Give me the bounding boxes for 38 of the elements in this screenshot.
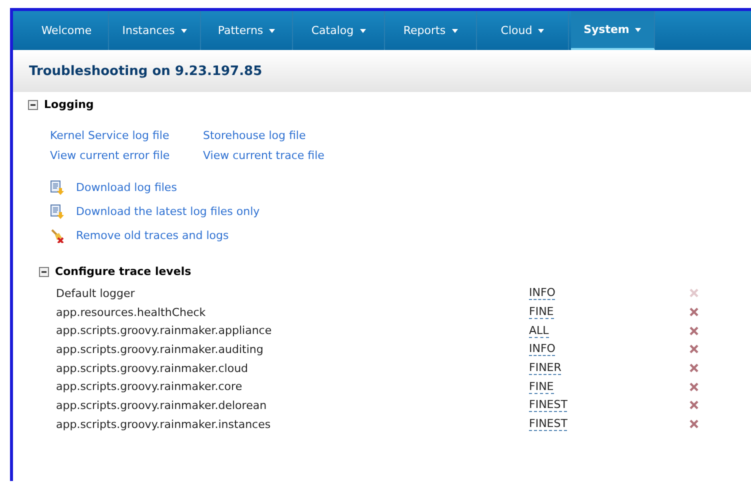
section-title: Configure trace levels: [55, 265, 192, 278]
section-title: Logging: [44, 98, 94, 111]
log-link[interactable]: Kernel Service log file: [50, 129, 203, 142]
logger-name: app.resources.healthCheck: [56, 306, 207, 319]
logger-name: app.scripts.groovy.rainmaker.instances: [56, 418, 272, 431]
trace-level-dropdown[interactable]: INFO: [529, 342, 556, 356]
page-title: Troubleshooting on 9.23.197.85: [29, 64, 262, 78]
delete-icon[interactable]: [689, 419, 699, 430]
logger-name: app.scripts.groovy.rainmaker.delorean: [56, 398, 268, 412]
logger-name: app.scripts.groovy.rainmaker.appliance: [56, 324, 273, 338]
trace-level-dropdown[interactable]: FINE: [529, 305, 554, 320]
log-link[interactable]: View current trace file: [203, 149, 751, 162]
broom-delete-icon: [50, 228, 64, 243]
delete-icon[interactable]: [689, 326, 699, 336]
trace-level-dropdown[interactable]: FINEST: [529, 417, 568, 432]
trace-level-dropdown[interactable]: FINE: [529, 380, 554, 394]
document-arrow-icon: [50, 204, 64, 219]
log-link[interactable]: Storehouse log file: [203, 129, 751, 142]
collapse-toggle-icon[interactable]: [28, 100, 38, 110]
delete-icon[interactable]: [689, 307, 699, 318]
logger-name: app.scripts.groovy.rainmaker.cloud: [56, 362, 250, 375]
trace-level-dropdown[interactable]: FINEST: [529, 398, 568, 412]
collapse-toggle-icon[interactable]: [39, 266, 49, 276]
nav-tab[interactable]: System: [571, 11, 655, 50]
trace-level-dropdown[interactable]: ALL: [529, 324, 549, 338]
log-link[interactable]: View current error file: [50, 149, 203, 162]
delete-icon[interactable]: [689, 382, 699, 392]
document-arrow-icon: [50, 180, 64, 195]
delete-icon[interactable]: [689, 344, 699, 354]
action-link[interactable]: Remove old traces and logs: [76, 229, 229, 242]
delete-icon[interactable]: [689, 363, 699, 374]
logger-name: Default logger: [56, 286, 136, 300]
trace-level-dropdown[interactable]: FINER: [529, 361, 562, 376]
delete-icon[interactable]: [689, 400, 699, 410]
action-link[interactable]: Download log files: [76, 181, 177, 194]
logger-name: app.scripts.groovy.rainmaker.core: [56, 380, 244, 394]
logger-name: app.scripts.groovy.rainmaker.auditing: [56, 342, 264, 356]
action-link[interactable]: Download the latest log files only: [76, 205, 260, 218]
